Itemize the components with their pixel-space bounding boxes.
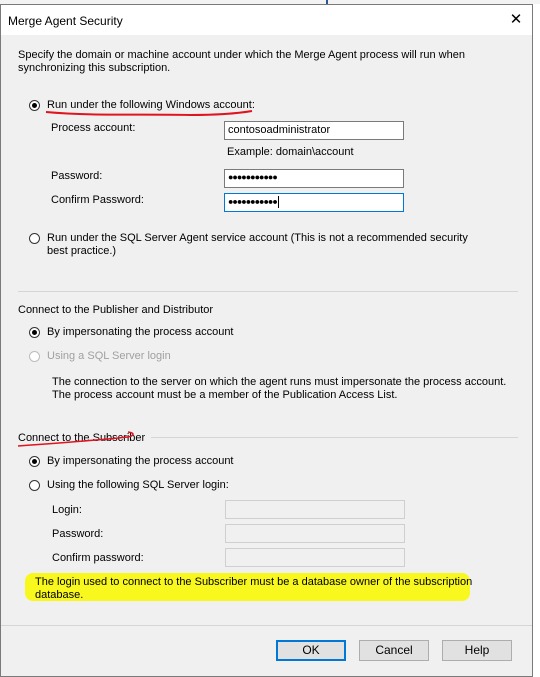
red-ink-annotations: [17, 110, 253, 447]
underline-windows-account: [45, 110, 253, 117]
underline-subscriber: [17, 431, 134, 447]
